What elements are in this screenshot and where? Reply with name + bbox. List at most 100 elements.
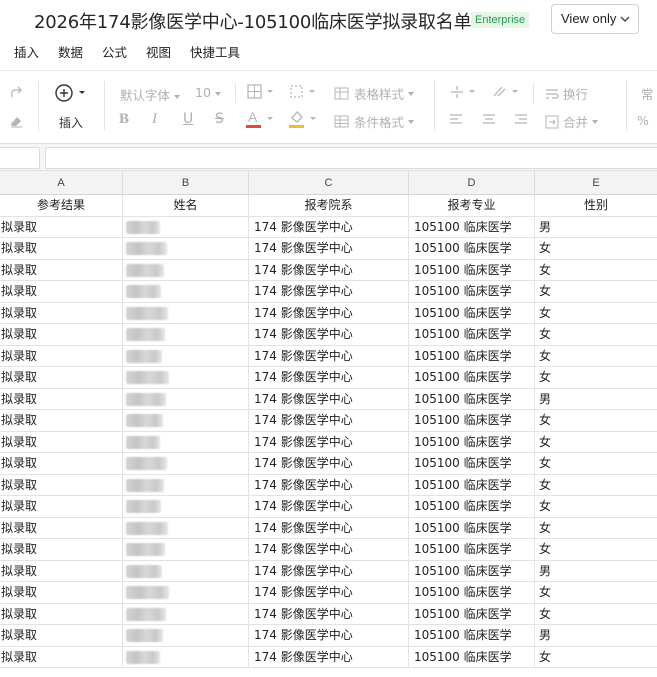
header-cell-major[interactable]: 报考专业 bbox=[409, 195, 535, 217]
font-color-icon[interactable]: A bbox=[246, 109, 276, 129]
column-header-e[interactable]: E bbox=[535, 171, 657, 195]
eraser-icon[interactable] bbox=[8, 113, 24, 129]
gender-cell[interactable]: 女 bbox=[535, 582, 657, 604]
name-cell[interactable] bbox=[123, 496, 249, 518]
dept-cell[interactable]: 174 影像医学中心 bbox=[249, 582, 409, 604]
result-cell[interactable]: 拟录取 bbox=[0, 410, 123, 432]
menu-formula[interactable]: 公式 bbox=[102, 42, 127, 61]
vertical-align-icon[interactable] bbox=[449, 84, 477, 100]
gender-cell[interactable]: 男 bbox=[535, 561, 657, 583]
dept-cell[interactable]: 174 影像医学中心 bbox=[249, 367, 409, 389]
name-cell[interactable] bbox=[123, 281, 249, 303]
major-cell[interactable]: 105100 临床医学 bbox=[409, 238, 535, 260]
bold-icon[interactable]: B bbox=[119, 111, 129, 128]
dept-cell[interactable]: 174 影像医学中心 bbox=[249, 453, 409, 475]
gender-cell[interactable]: 女 bbox=[535, 238, 657, 260]
name-cell[interactable] bbox=[123, 302, 249, 324]
result-cell[interactable]: 拟录取 bbox=[0, 625, 123, 647]
name-cell[interactable] bbox=[123, 625, 249, 647]
result-cell[interactable]: 拟录取 bbox=[0, 345, 123, 367]
gender-cell[interactable]: 女 bbox=[535, 410, 657, 432]
rotate-text-icon[interactable] bbox=[492, 84, 520, 100]
name-cell[interactable] bbox=[123, 582, 249, 604]
table-style-button[interactable]: 表格样式 bbox=[334, 84, 414, 103]
dept-cell[interactable]: 174 影像医学中心 bbox=[249, 238, 409, 260]
major-cell[interactable]: 105100 临床医学 bbox=[409, 582, 535, 604]
menu-quick-tools[interactable]: 快捷工具 bbox=[190, 42, 240, 61]
dept-cell[interactable]: 174 影像医学中心 bbox=[249, 410, 409, 432]
major-cell[interactable]: 105100 临床医学 bbox=[409, 496, 535, 518]
result-cell[interactable]: 拟录取 bbox=[0, 646, 123, 668]
number-format-select[interactable]: 常 bbox=[641, 84, 654, 103]
result-cell[interactable]: 拟录取 bbox=[0, 582, 123, 604]
major-cell[interactable]: 105100 临床医学 bbox=[409, 625, 535, 647]
gender-cell[interactable]: 女 bbox=[535, 346, 657, 368]
dept-cell[interactable]: 174 影像医学中心 bbox=[249, 431, 409, 453]
menu-insert[interactable]: 插入 bbox=[14, 42, 39, 61]
dept-cell[interactable]: 174 影像医学中心 bbox=[249, 560, 409, 582]
result-cell[interactable]: 拟录取 bbox=[0, 431, 123, 453]
result-cell[interactable]: 拟录取 bbox=[0, 388, 123, 410]
result-cell[interactable]: 拟录取 bbox=[0, 474, 123, 496]
border-icon[interactable] bbox=[247, 84, 275, 100]
gender-cell[interactable]: 女 bbox=[535, 496, 657, 518]
dept-cell[interactable]: 174 影像医学中心 bbox=[249, 496, 409, 518]
result-cell[interactable]: 拟录取 bbox=[0, 603, 123, 625]
major-cell[interactable]: 105100 临床医学 bbox=[409, 560, 535, 582]
major-cell[interactable]: 105100 临床医学 bbox=[409, 388, 535, 410]
result-cell[interactable]: 拟录取 bbox=[0, 238, 123, 260]
column-header-a[interactable]: A bbox=[0, 171, 123, 195]
menu-view[interactable]: 视图 bbox=[146, 42, 171, 61]
major-cell[interactable]: 105100 临床医学 bbox=[409, 474, 535, 496]
gender-cell[interactable]: 男 bbox=[535, 625, 657, 647]
font-name-select[interactable]: 默认字体 bbox=[120, 85, 181, 104]
conditional-format-button[interactable]: 条件格式 bbox=[334, 112, 414, 131]
underline-icon[interactable]: U bbox=[183, 111, 193, 127]
name-cell[interactable] bbox=[123, 517, 249, 539]
gender-cell[interactable]: 女 bbox=[535, 432, 657, 454]
result-cell[interactable]: 拟录取 bbox=[0, 259, 123, 281]
major-cell[interactable]: 105100 临床医学 bbox=[409, 517, 535, 539]
align-right-icon[interactable] bbox=[514, 113, 528, 127]
dept-cell[interactable]: 174 影像医学中心 bbox=[249, 281, 409, 303]
wrap-button[interactable]: 换行 bbox=[545, 84, 588, 103]
font-size-select[interactable]: 10 bbox=[195, 85, 221, 100]
gender-cell[interactable]: 女 bbox=[535, 260, 657, 282]
name-cell[interactable] bbox=[123, 259, 249, 281]
name-cell[interactable] bbox=[123, 216, 249, 238]
dept-cell[interactable]: 174 影像医学中心 bbox=[249, 259, 409, 281]
gender-cell[interactable]: 女 bbox=[535, 518, 657, 540]
menu-data[interactable]: 数据 bbox=[58, 42, 83, 61]
major-cell[interactable]: 105100 临床医学 bbox=[409, 431, 535, 453]
cell-name-box[interactable] bbox=[0, 147, 40, 169]
dept-cell[interactable]: 174 影像医学中心 bbox=[249, 216, 409, 238]
gender-cell[interactable]: 女 bbox=[535, 647, 657, 669]
column-header-b[interactable]: B bbox=[123, 171, 249, 195]
gender-cell[interactable]: 女 bbox=[535, 453, 657, 475]
major-cell[interactable]: 105100 临床医学 bbox=[409, 367, 535, 389]
dept-cell[interactable]: 174 影像医学中心 bbox=[249, 302, 409, 324]
column-header-d[interactable]: D bbox=[409, 171, 535, 195]
insert-plus-icon[interactable] bbox=[55, 84, 87, 102]
dept-cell[interactable]: 174 影像医学中心 bbox=[249, 646, 409, 668]
dept-cell[interactable]: 174 影像医学中心 bbox=[249, 345, 409, 367]
major-cell[interactable]: 105100 临床医学 bbox=[409, 216, 535, 238]
major-cell[interactable]: 105100 临床医学 bbox=[409, 539, 535, 561]
dept-cell[interactable]: 174 影像医学中心 bbox=[249, 603, 409, 625]
gender-cell[interactable]: 女 bbox=[535, 281, 657, 303]
major-cell[interactable]: 105100 临床医学 bbox=[409, 410, 535, 432]
formula-input[interactable] bbox=[45, 147, 657, 169]
dept-cell[interactable]: 174 影像医学中心 bbox=[249, 388, 409, 410]
major-cell[interactable]: 105100 临床医学 bbox=[409, 646, 535, 668]
result-cell[interactable]: 拟录取 bbox=[0, 539, 123, 561]
name-cell[interactable] bbox=[123, 431, 249, 453]
name-cell[interactable] bbox=[123, 539, 249, 561]
italic-icon[interactable]: I bbox=[152, 111, 157, 128]
view-mode-dropdown[interactable]: View only bbox=[551, 4, 639, 34]
gender-cell[interactable]: 男 bbox=[535, 217, 657, 239]
dept-cell[interactable]: 174 影像医学中心 bbox=[249, 539, 409, 561]
name-cell[interactable] bbox=[123, 603, 249, 625]
crop-icon[interactable] bbox=[289, 84, 317, 100]
dept-cell[interactable]: 174 影像医学中心 bbox=[249, 517, 409, 539]
major-cell[interactable]: 105100 临床医学 bbox=[409, 259, 535, 281]
